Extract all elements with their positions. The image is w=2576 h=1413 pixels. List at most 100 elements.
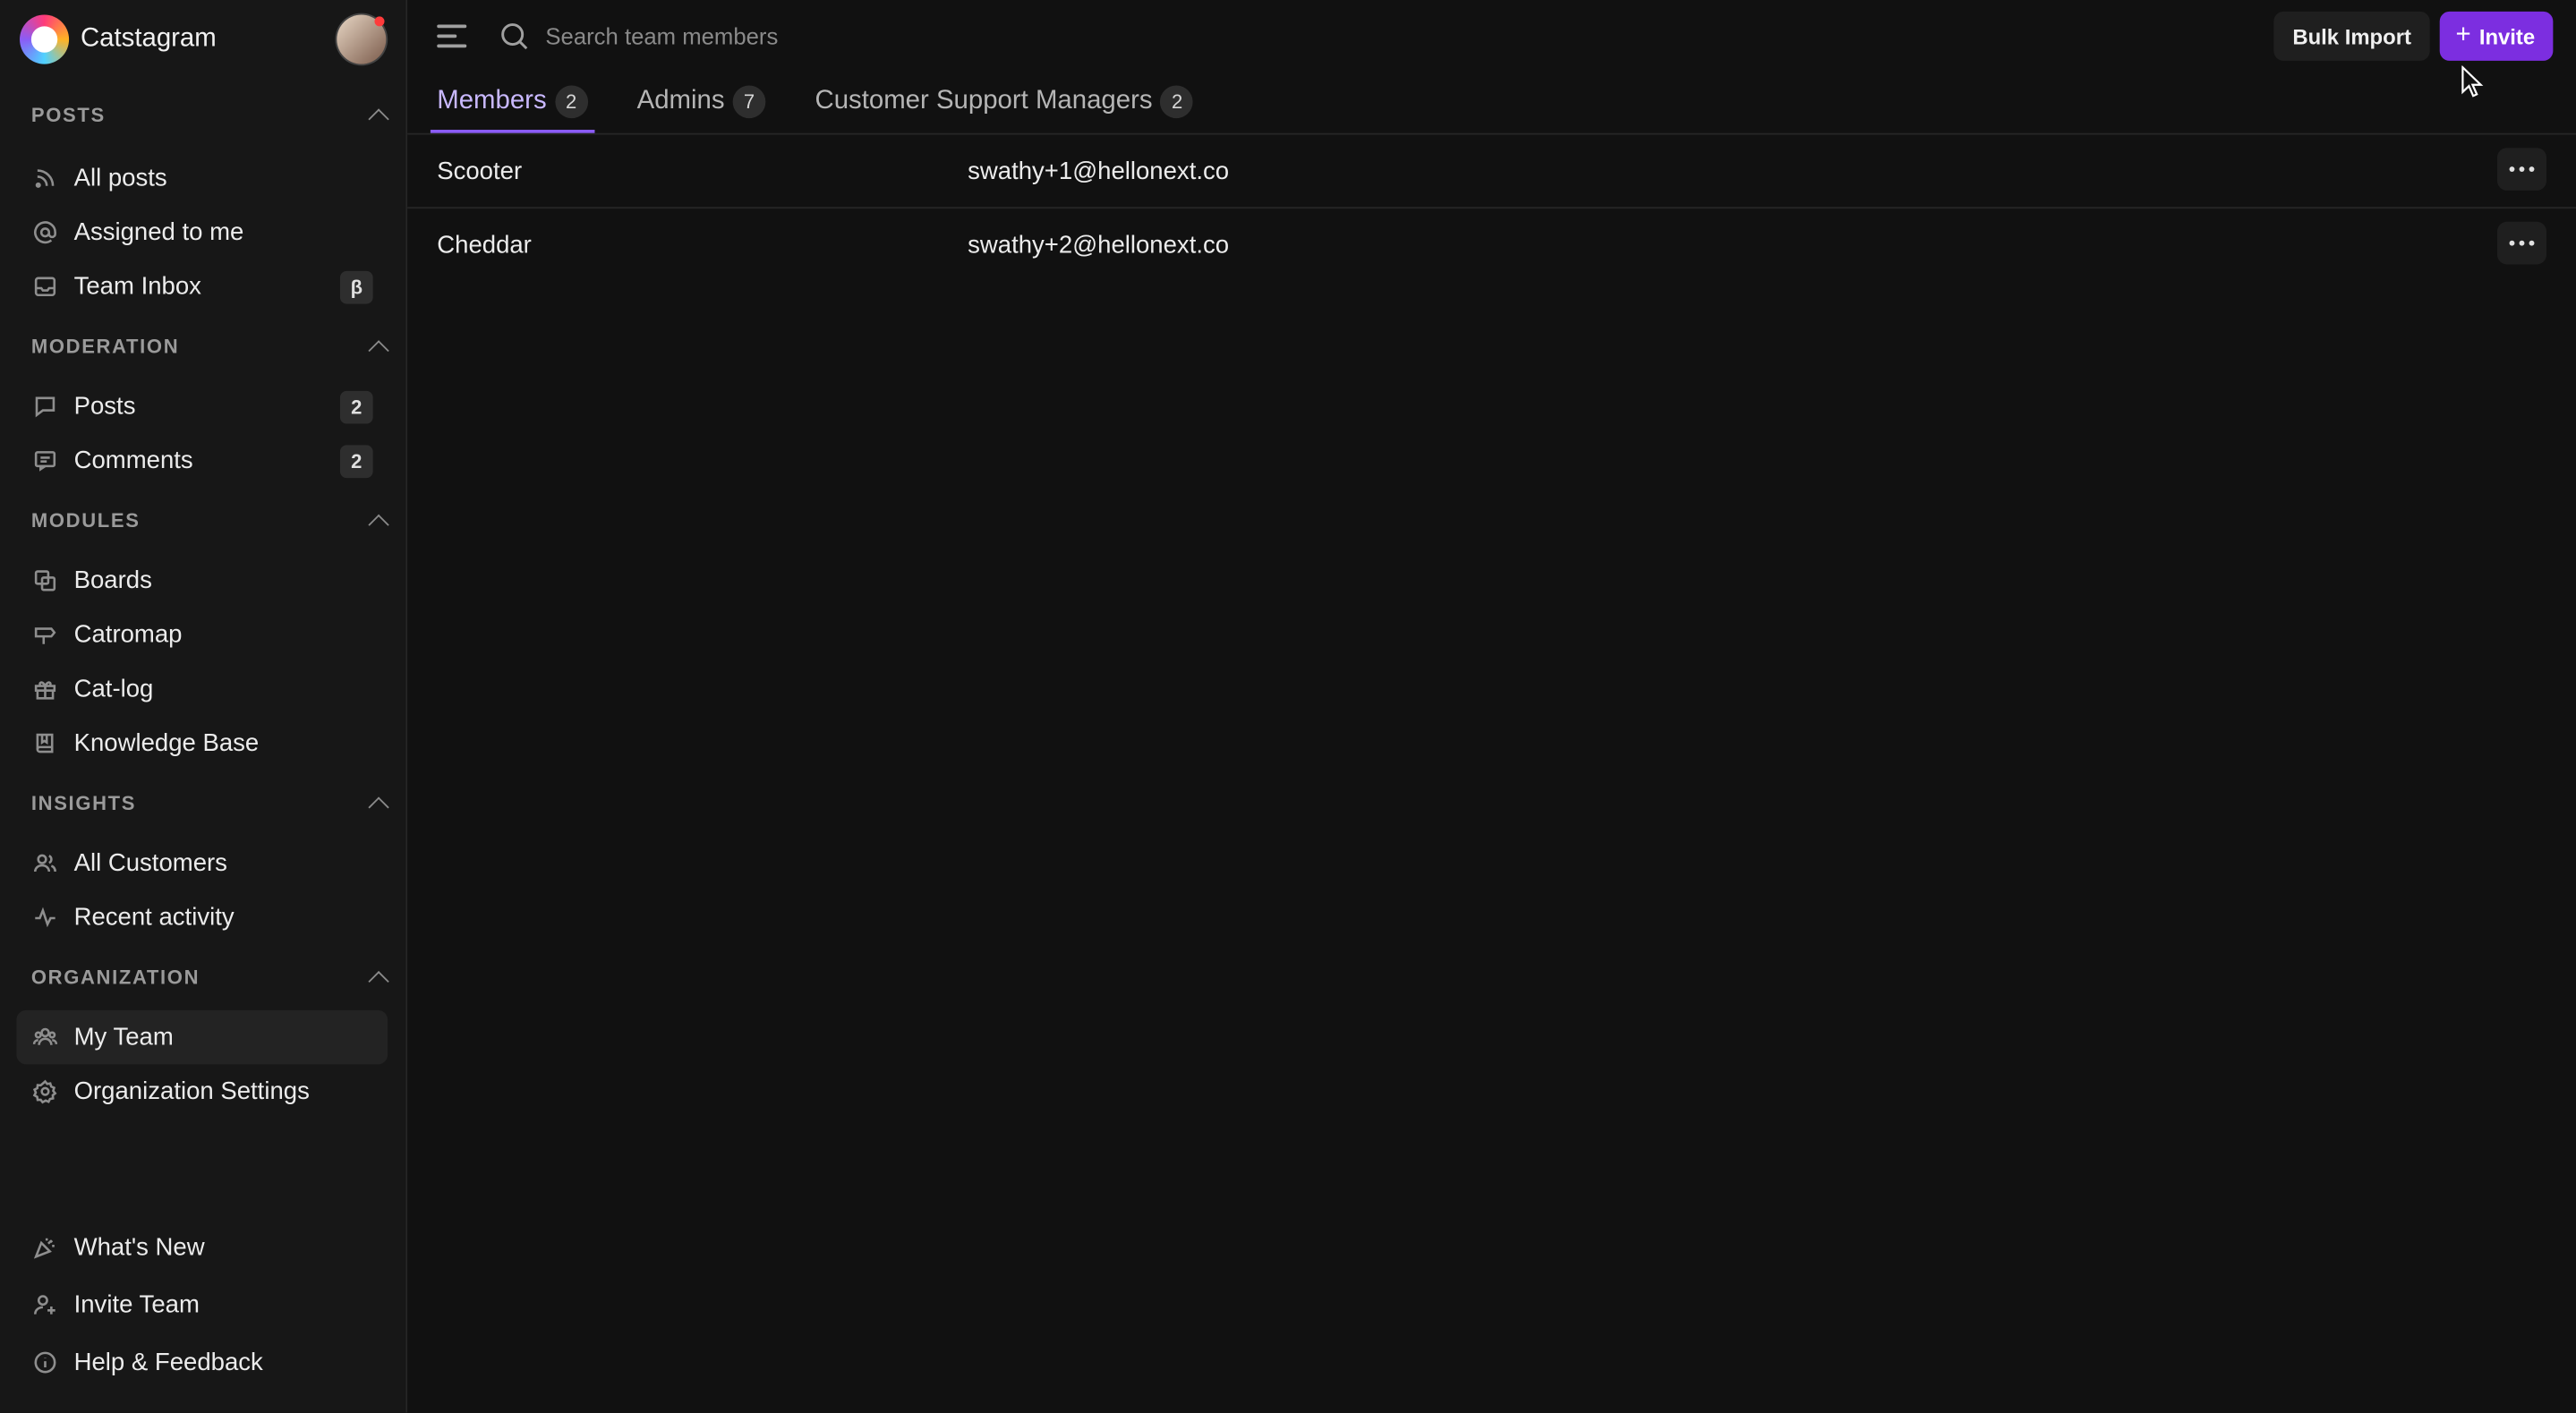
chevron-up-icon[interactable] — [368, 513, 389, 535]
post-icon — [31, 394, 57, 420]
sidebar-item-label: Invite Team — [73, 1290, 200, 1319]
app-name[interactable]: Catstagram — [81, 25, 217, 55]
section-header-posts[interactable]: POSTS — [0, 98, 405, 132]
sidebar-item-invite-team[interactable]: Invite Team — [16, 1278, 388, 1332]
comment-icon — [31, 447, 57, 473]
member-email: swathy+1@hellonext.co — [968, 157, 1230, 185]
mouse-cursor-icon — [2461, 65, 2484, 98]
section-header-moderation[interactable]: MODERATION — [0, 330, 405, 363]
inbox-icon — [31, 274, 57, 300]
sidebar-item-label: My Team — [73, 1023, 174, 1051]
app-logo-icon — [20, 14, 70, 64]
sidebar-item-label: Cat-log — [73, 675, 154, 703]
members-list: Scooter swathy+1@hellonext.co Cheddar sw… — [407, 135, 2576, 281]
team-icon — [31, 1024, 57, 1050]
info-icon — [31, 1349, 57, 1375]
section-header-modules[interactable]: MODULES — [0, 504, 405, 537]
signpost-icon — [31, 622, 57, 648]
user-plus-icon — [31, 1292, 57, 1318]
more-horizontal-icon — [2509, 240, 2535, 246]
sidebar-item-moderation-posts[interactable]: Posts 2 — [16, 379, 388, 434]
sidebar-item-moderation-comments[interactable]: Comments 2 — [16, 434, 388, 489]
search-icon — [501, 23, 528, 50]
sidebar-item-team-inbox[interactable]: Team Inbox β — [16, 260, 388, 314]
count-badge: 2 — [339, 444, 373, 478]
section-header-insights[interactable]: INSIGHTS — [0, 787, 405, 820]
tab-count-badge: 2 — [554, 84, 588, 118]
book-icon — [31, 730, 57, 756]
sidebar-item-label: Comments — [73, 447, 193, 475]
tab-members[interactable]: Members 2 — [430, 72, 594, 133]
activity-icon — [31, 904, 57, 930]
chevron-up-icon[interactable] — [368, 796, 389, 817]
team-tabs: Members 2 Admins 7 Customer Support Mana… — [407, 72, 2576, 135]
sidebar-item-help-feedback[interactable]: Help & Feedback — [16, 1335, 388, 1390]
search-input[interactable] — [542, 21, 1042, 51]
invite-button-label: Invite — [2478, 23, 2536, 49]
sidebar-item-label: Boards — [73, 566, 152, 595]
section-title: MODULES — [30, 509, 141, 532]
sidebar-item-cat-log[interactable]: Cat-log — [16, 662, 388, 717]
sidebar-item-label: Knowledge Base — [73, 728, 260, 758]
tab-count-badge: 7 — [732, 84, 766, 118]
sidebar-item-label: All posts — [73, 164, 167, 192]
sidebar-item-all-customers[interactable]: All Customers — [16, 836, 388, 890]
tab-label: Customer Support Managers — [815, 86, 1153, 115]
tab-admins[interactable]: Admins 7 — [630, 72, 772, 133]
sidebar-item-label: What's New — [73, 1233, 205, 1262]
chevron-up-icon[interactable] — [368, 107, 389, 129]
sidebar-item-catromap[interactable]: Catromap — [16, 608, 388, 662]
section-title: INSIGHTS — [30, 791, 137, 815]
invite-button[interactable]: + Invite — [2439, 11, 2554, 61]
sidebar-item-label: All Customers — [73, 848, 227, 878]
sidebar-item-label: Organization Settings — [73, 1077, 310, 1106]
user-avatar[interactable] — [337, 14, 387, 64]
chevron-up-icon[interactable] — [368, 970, 389, 992]
sidebar-item-label: Team Inbox — [73, 272, 201, 301]
beta-badge: β — [339, 269, 373, 303]
section-header-organization[interactable]: ORGANIZATION — [0, 961, 405, 994]
sidebar-item-label: Assigned to me — [73, 218, 244, 247]
sidebar-item-boards[interactable]: Boards — [16, 554, 388, 609]
chevron-up-icon[interactable] — [368, 339, 389, 361]
count-badge: 2 — [339, 389, 373, 423]
tab-label: Admins — [636, 86, 725, 115]
member-name: Scooter — [437, 157, 523, 185]
sidebar-item-assigned-to-me[interactable]: Assigned to me — [16, 205, 388, 260]
gift-icon — [31, 676, 57, 702]
users-icon — [31, 850, 57, 876]
sidebar-item-whats-new[interactable]: What's New — [16, 1221, 388, 1275]
table-row: Cheddar swathy+2@hellonext.co — [407, 209, 2576, 281]
tab-customer-support-managers[interactable]: Customer Support Managers 2 — [808, 72, 1200, 133]
boards-icon — [31, 567, 57, 593]
gear-icon — [31, 1078, 57, 1104]
party-icon — [31, 1234, 57, 1260]
member-name: Cheddar — [437, 230, 532, 260]
table-row: Scooter swathy+1@hellonext.co — [407, 135, 2576, 209]
sidebar-bottom-nav: What's New Invite Team Help & Feedback — [0, 1221, 405, 1390]
top-bar: Bulk Import + Invite — [407, 0, 2576, 72]
more-options-button[interactable] — [2496, 221, 2547, 265]
sidebar-item-label: Posts — [73, 392, 136, 421]
bulk-import-button[interactable]: Bulk Import — [2274, 11, 2430, 61]
sidebar: Catstagram POSTS All posts Assigned to m… — [0, 0, 408, 1413]
section-title: ORGANIZATION — [30, 966, 200, 989]
menu-toggle-icon[interactable] — [437, 24, 467, 48]
more-options-button[interactable] — [2496, 148, 2547, 191]
member-email: swathy+2@hellonext.co — [968, 230, 1230, 260]
main-content: Bulk Import + Invite Members 2 Admins 7 … — [407, 0, 2576, 1413]
section-title: MODERATION — [30, 335, 180, 359]
sidebar-item-organization-settings[interactable]: Organization Settings — [16, 1064, 388, 1119]
sidebar-item-label: Catromap — [73, 620, 183, 650]
sidebar-item-label: Recent activity — [73, 903, 235, 932]
brand-header: Catstagram — [0, 0, 405, 79]
tab-count-badge: 2 — [1160, 84, 1194, 118]
sidebar-item-all-posts[interactable]: All posts — [16, 151, 388, 206]
sidebar-item-recent-activity[interactable]: Recent activity — [16, 890, 388, 945]
sidebar-item-label: Help & Feedback — [73, 1348, 263, 1377]
sidebar-item-knowledge-base[interactable]: Knowledge Base — [16, 716, 388, 770]
sidebar-item-my-team[interactable]: My Team — [16, 1009, 388, 1065]
tab-label: Members — [437, 86, 547, 115]
more-horizontal-icon — [2509, 166, 2535, 172]
rss-icon — [31, 165, 57, 191]
